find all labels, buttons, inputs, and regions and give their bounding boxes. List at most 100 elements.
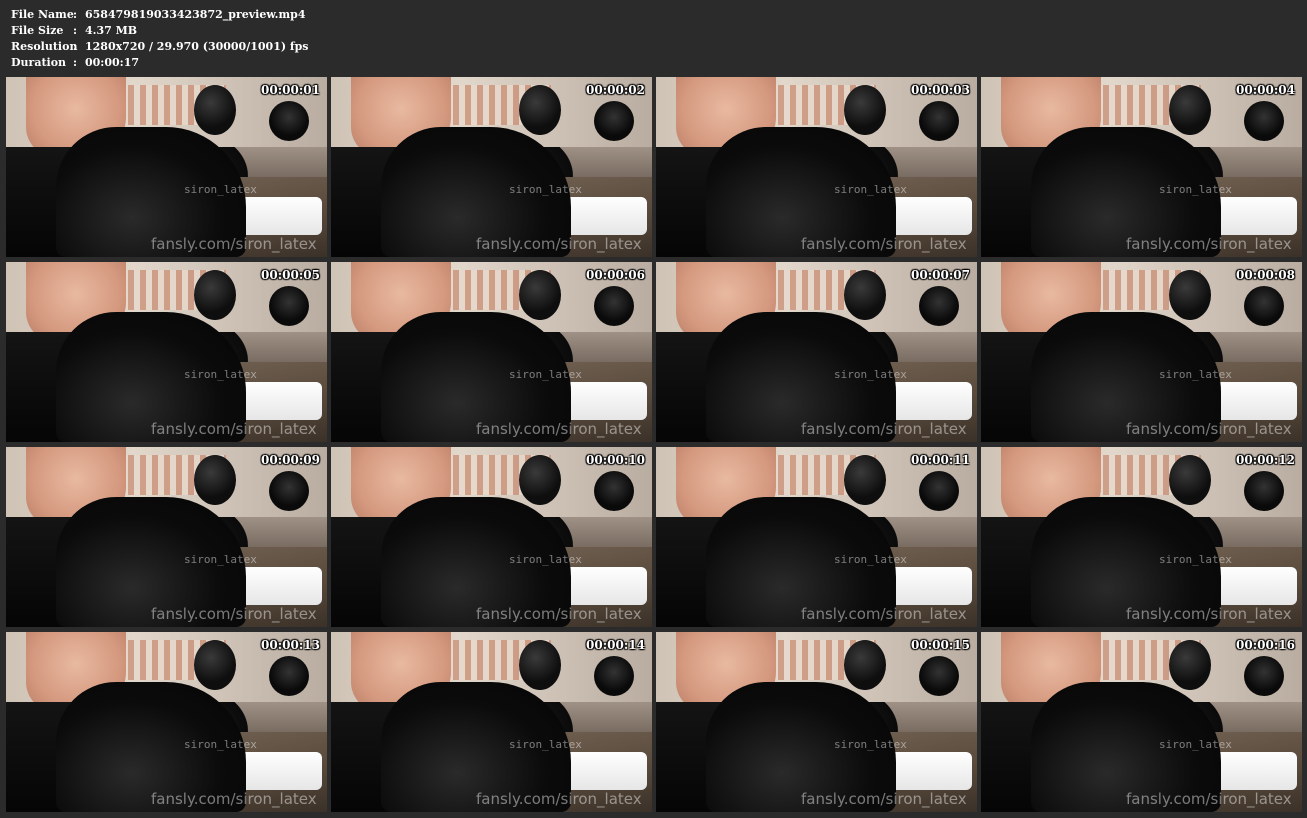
mirror-reflection <box>1244 101 1284 141</box>
duration-row: Duration : 00:00:17 <box>11 55 309 71</box>
thumbnail-grid: siron_latex fansly.com/siron_latex 00:00:0… <box>6 77 1302 812</box>
video-frame-thumbnail: siron_latex fansly.com/siron_latex 00:00:1… <box>6 632 327 812</box>
mirror-reflection <box>1244 656 1284 696</box>
mirror-reflection <box>594 286 634 326</box>
mirror-reflection <box>594 656 634 696</box>
watermark-name: siron_latex <box>834 738 907 751</box>
mirror-reflection <box>919 656 959 696</box>
frame-timestamp: 00:00:05 <box>261 268 320 282</box>
file-size-value: 4.37 MB <box>85 24 138 37</box>
watermark-name: siron_latex <box>834 368 907 381</box>
frame-timestamp: 00:00:01 <box>261 83 320 97</box>
frame-timestamp: 00:00:11 <box>911 453 970 467</box>
mirror-reflection <box>1244 471 1284 511</box>
separator: : <box>73 56 78 69</box>
hooded-head <box>519 640 561 690</box>
resolution-row: Resolution : 1280x720 / 29.970 (30000/10… <box>11 39 309 55</box>
video-frame-thumbnail: siron_latex fansly.com/siron_latex 00:00:1… <box>981 632 1302 812</box>
watermark-site: fansly.com/siron_latex <box>151 235 317 253</box>
video-frame-thumbnail: siron_latex fansly.com/siron_latex 00:00:0… <box>656 77 977 257</box>
mirror-reflection <box>269 656 309 696</box>
video-frame-thumbnail: siron_latex fansly.com/siron_latex 00:00:0… <box>331 262 652 442</box>
frame-timestamp: 00:00:10 <box>586 453 645 467</box>
watermark-name: siron_latex <box>509 368 582 381</box>
watermark-name: siron_latex <box>1159 183 1232 196</box>
hooded-head <box>519 270 561 320</box>
watermark-site: fansly.com/siron_latex <box>151 420 317 438</box>
watermark-name: siron_latex <box>184 183 257 196</box>
file-name-label: File Name <box>11 8 74 21</box>
video-frame-thumbnail: siron_latex fansly.com/siron_latex 00:00:1… <box>331 632 652 812</box>
watermark-name: siron_latex <box>184 553 257 566</box>
video-frame-thumbnail: siron_latex fansly.com/siron_latex 00:00:0… <box>6 447 327 627</box>
watermark-site: fansly.com/siron_latex <box>801 790 967 808</box>
watermark-site: fansly.com/siron_latex <box>476 235 642 253</box>
watermark-name: siron_latex <box>1159 368 1232 381</box>
video-frame-thumbnail: siron_latex fansly.com/siron_latex 00:00:1… <box>331 447 652 627</box>
frame-timestamp: 00:00:02 <box>586 83 645 97</box>
separator: : <box>73 24 78 37</box>
hooded-head <box>194 640 236 690</box>
video-frame-thumbnail: siron_latex fansly.com/siron_latex 00:00:1… <box>656 447 977 627</box>
watermark-site: fansly.com/siron_latex <box>1126 420 1292 438</box>
watermark-site: fansly.com/siron_latex <box>476 790 642 808</box>
frame-timestamp: 00:00:13 <box>261 638 320 652</box>
mirror-reflection <box>594 101 634 141</box>
watermark-name: siron_latex <box>1159 553 1232 566</box>
watermark-name: siron_latex <box>834 183 907 196</box>
watermark-site: fansly.com/siron_latex <box>1126 235 1292 253</box>
hooded-head <box>844 640 886 690</box>
video-frame-thumbnail: siron_latex fansly.com/siron_latex 00:00:0… <box>981 77 1302 257</box>
watermark-site: fansly.com/siron_latex <box>1126 790 1292 808</box>
watermark-name: siron_latex <box>184 368 257 381</box>
mirror-reflection <box>919 471 959 511</box>
separator: : <box>73 8 78 21</box>
hooded-head <box>844 455 886 505</box>
mirror-reflection <box>269 471 309 511</box>
frame-timestamp: 00:00:06 <box>586 268 645 282</box>
watermark-site: fansly.com/siron_latex <box>801 605 967 623</box>
file-name-value: 658479819033423872_preview.mp4 <box>85 8 306 21</box>
frame-timestamp: 00:00:14 <box>586 638 645 652</box>
file-size-row: File Size : 4.37 MB <box>11 23 309 39</box>
file-name-row: File Name : 658479819033423872_preview.m… <box>11 7 309 23</box>
frame-timestamp: 00:00:15 <box>911 638 970 652</box>
watermark-name: siron_latex <box>509 553 582 566</box>
hooded-head <box>194 85 236 135</box>
hooded-head <box>519 455 561 505</box>
watermark-name: siron_latex <box>834 553 907 566</box>
resolution-label: Resolution <box>11 40 78 53</box>
hooded-head <box>1169 270 1211 320</box>
duration-label: Duration <box>11 56 67 69</box>
mirror-reflection <box>1244 286 1284 326</box>
duration-value: 00:00:17 <box>85 56 140 69</box>
video-frame-thumbnail: siron_latex fansly.com/siron_latex 00:00:0… <box>6 77 327 257</box>
watermark-name: siron_latex <box>509 738 582 751</box>
mirror-reflection <box>919 286 959 326</box>
frame-timestamp: 00:00:08 <box>1236 268 1295 282</box>
resolution-value: 1280x720 / 29.970 (30000/1001) fps <box>85 40 309 53</box>
hooded-head <box>1169 640 1211 690</box>
watermark-site: fansly.com/siron_latex <box>151 605 317 623</box>
hooded-head <box>194 455 236 505</box>
watermark-site: fansly.com/siron_latex <box>801 420 967 438</box>
separator: : <box>73 40 78 53</box>
watermark-site: fansly.com/siron_latex <box>1126 605 1292 623</box>
hooded-head <box>844 85 886 135</box>
watermark-name: siron_latex <box>1159 738 1232 751</box>
watermark-site: fansly.com/siron_latex <box>476 420 642 438</box>
hooded-head <box>844 270 886 320</box>
frame-timestamp: 00:00:16 <box>1236 638 1295 652</box>
file-size-label: File Size <box>11 24 64 37</box>
video-frame-thumbnail: siron_latex fansly.com/siron_latex 00:00:0… <box>656 262 977 442</box>
watermark-site: fansly.com/siron_latex <box>151 790 317 808</box>
hooded-head <box>519 85 561 135</box>
mirror-reflection <box>269 286 309 326</box>
mirror-reflection <box>919 101 959 141</box>
mirror-reflection <box>269 101 309 141</box>
video-frame-thumbnail: siron_latex fansly.com/siron_latex 00:00:1… <box>656 632 977 812</box>
hooded-head <box>194 270 236 320</box>
video-frame-thumbnail: siron_latex fansly.com/siron_latex 00:00:0… <box>6 262 327 442</box>
video-frame-thumbnail: siron_latex fansly.com/siron_latex 00:00:0… <box>331 77 652 257</box>
video-frame-thumbnail: siron_latex fansly.com/siron_latex 00:00:0… <box>981 262 1302 442</box>
